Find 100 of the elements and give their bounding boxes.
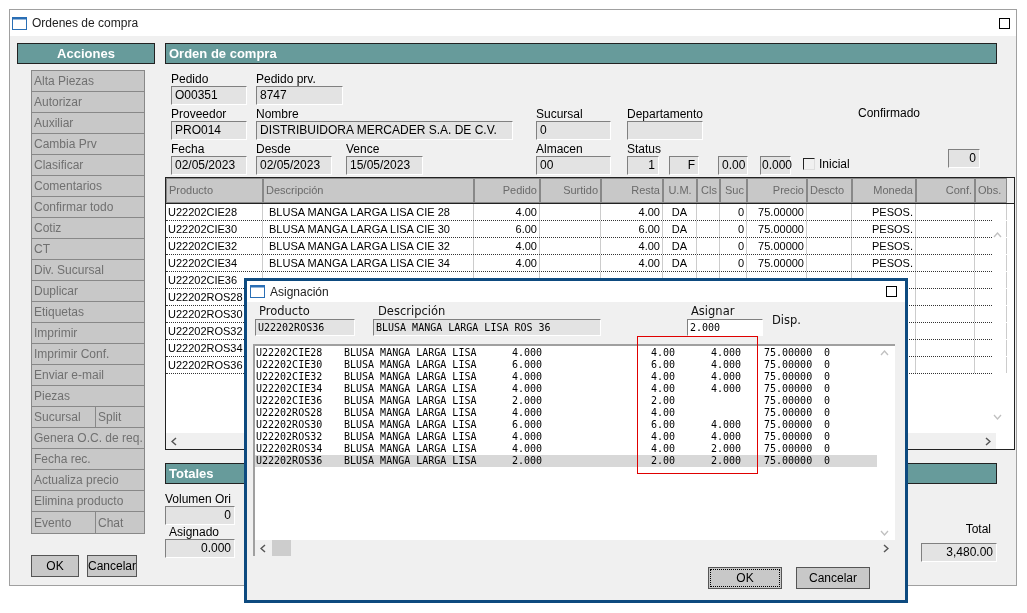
scroll-right-icon[interactable] <box>985 436 991 446</box>
column-header[interactable]: Cls <box>697 178 720 203</box>
list-row[interactable]: U22202ROS28 BLUSA MANGA LARGA LISA 4.000 4.00 75.00000 0 <box>255 407 877 419</box>
confirmed-field[interactable]: 0 <box>948 149 980 168</box>
column-header[interactable]: Suc <box>720 178 747 203</box>
list-row[interactable]: U22202ROS30 BLUSA MANGA LARGA LISA 6.000 6.00 4.000 75.00000 0 <box>255 419 877 431</box>
list-row[interactable]: U22202ROS32 BLUSA MANGA LARGA LISA 4.000 4.00 4.000 75.00000 0 <box>255 431 877 443</box>
action-button[interactable]: Actualiza precio <box>32 470 144 491</box>
field-label: Status <box>627 142 663 156</box>
field-label: Vence <box>346 142 381 156</box>
action-button[interactable]: Etiquetas <box>32 302 144 323</box>
warehouse-field[interactable]: 00 <box>536 156 611 175</box>
action-button[interactable]: Cotiz <box>32 218 144 239</box>
column-header[interactable]: Surtido <box>540 178 601 203</box>
date-field[interactable]: 02/05/2023 <box>171 156 247 175</box>
action-button[interactable]: Comentarios <box>32 176 144 197</box>
action-button[interactable]: Auxiliar <box>32 113 144 134</box>
field-label: Nombre <box>256 107 300 121</box>
column-header[interactable]: U.M. <box>663 178 697 203</box>
maximize-icon[interactable] <box>999 17 1010 29</box>
column-header[interactable]: Pedido <box>474 178 540 203</box>
table-cell: U22202CIE30 <box>166 221 263 237</box>
table-cell: 4.00 <box>601 204 663 220</box>
action-button[interactable]: Imprimir <box>32 323 144 344</box>
maximize-icon[interactable] <box>886 286 897 297</box>
dialog-title: Asignación <box>270 284 329 299</box>
action-button[interactable]: Chat <box>96 512 144 533</box>
scroll-left-icon[interactable] <box>171 436 177 446</box>
status-field[interactable]: 0.000 <box>760 156 791 175</box>
action-button[interactable]: Cambia Prv <box>32 134 144 155</box>
table-cell: BLUSA MANGA LARGA LISA CIE 30 <box>263 221 474 237</box>
column-header[interactable]: Precio <box>747 178 807 203</box>
initial-checkbox[interactable]: Inicial <box>803 154 850 173</box>
column-header[interactable]: Descto <box>807 178 852 203</box>
scroll-right-icon[interactable] <box>883 543 889 553</box>
table-cell: 4.00 <box>474 255 540 271</box>
department-field[interactable] <box>627 121 703 140</box>
volume-field[interactable]: 0 <box>165 506 235 525</box>
name-field[interactable]: DISTRIBUIDORA MERCADER S.A. DE C.V. <box>256 121 513 140</box>
action-button[interactable]: Genera O.C. de req. <box>32 428 144 449</box>
action-button[interactable]: Confirmar todo <box>32 197 144 218</box>
total-field[interactable]: 3,480.00 <box>921 543 997 562</box>
column-header[interactable]: Producto <box>166 178 263 203</box>
status-field[interactable]: F <box>669 156 699 175</box>
table-cell: U22202CIE28 <box>166 204 263 220</box>
cancel-button[interactable]: Cancelar <box>87 555 137 577</box>
cancel-button[interactable]: Cancelar <box>796 567 870 589</box>
field-label: Confirmado <box>858 106 921 120</box>
action-button[interactable]: Split <box>96 407 144 428</box>
list-row[interactable]: U22202CIE32 BLUSA MANGA LARGA LISA 4.000 4.00 4.000 75.00000 0 <box>255 371 877 383</box>
table-cell: BLUSA MANGA LARGA LISA CIE 34 <box>263 255 474 271</box>
table-cell: 0 <box>720 204 747 220</box>
assigned-field[interactable]: 0.000 <box>165 539 235 558</box>
column-header[interactable]: Moneda <box>852 178 916 203</box>
field-label: Asignado <box>169 525 221 539</box>
action-button[interactable]: Sucursal <box>32 407 96 428</box>
ok-button[interactable]: OK <box>708 567 782 589</box>
list-row[interactable]: U22202CIE34 BLUSA MANGA LARGA LISA 4.000 4.00 4.000 75.00000 0 <box>255 383 877 395</box>
action-button[interactable]: Clasificar <box>32 155 144 176</box>
column-header[interactable]: Obs. <box>975 178 1007 203</box>
action-button[interactable]: Piezas <box>32 386 144 407</box>
action-button[interactable]: Div. Sucursal <box>32 260 144 281</box>
date-field[interactable]: 02/05/2023 <box>256 156 332 175</box>
list-row[interactable]: U22202ROS34 BLUSA MANGA LARGA LISA 4.000 4.00 2.000 75.00000 0 <box>255 443 877 455</box>
field-label: Desde <box>256 142 292 156</box>
action-button[interactable]: Autorizar <box>32 92 144 113</box>
table-cell: 4.00 <box>601 238 663 254</box>
action-button[interactable]: Elimina producto <box>32 491 144 512</box>
supplier-field[interactable]: PRO014 <box>171 121 247 140</box>
action-button[interactable]: Evento <box>32 512 96 533</box>
action-button[interactable]: Enviar e-mail <box>32 365 144 386</box>
description-field[interactable]: BLUSA MANGA LARGA LISA ROS 36 <box>373 319 601 336</box>
column-header[interactable]: Descripción <box>263 178 474 203</box>
action-button[interactable]: Duplicar <box>32 281 144 302</box>
order-field[interactable]: O00351 <box>171 86 247 105</box>
action-button[interactable]: Alta Piezas <box>32 71 144 92</box>
status-field[interactable]: 1 <box>627 156 659 175</box>
scrollbar-thumb[interactable] <box>272 540 291 556</box>
section-header: Orden de compra <box>165 43 997 64</box>
table-cell: PESOS. <box>852 238 916 254</box>
date-field[interactable]: 15/05/2023 <box>346 156 423 175</box>
list-row[interactable]: U22202CIE36 BLUSA MANGA LARGA LISA 2.000 2.00 75.00000 0 <box>255 395 877 407</box>
action-button[interactable]: Fecha rec. <box>32 449 144 470</box>
table-cell: 75.00000 <box>747 238 807 254</box>
field-label: Almacen <box>536 142 584 156</box>
status-field[interactable]: 0.00 <box>718 156 748 175</box>
window-icon <box>250 285 265 298</box>
field-label: Proveedor <box>171 107 228 121</box>
table-cell: 4.00 <box>474 238 540 254</box>
action-button[interactable]: CT <box>32 239 144 260</box>
action-button[interactable]: Imprimir Conf. <box>32 344 144 365</box>
column-header[interactable]: Resta <box>601 178 663 203</box>
supplier-order-field[interactable]: 8747 <box>256 86 343 105</box>
assign-field[interactable]: 2.000 <box>687 319 763 336</box>
list-row[interactable]: U22202ROS36 BLUSA MANGA LARGA LISA 2.000 2.00 2.000 75.00000 0 <box>255 455 877 467</box>
product-field[interactable]: U22202ROS36 <box>255 319 355 336</box>
branch-field[interactable]: 0 <box>536 121 611 140</box>
scroll-left-icon[interactable] <box>260 543 266 553</box>
column-header[interactable]: Conf. <box>916 178 975 203</box>
ok-button[interactable]: OK <box>31 555 79 577</box>
